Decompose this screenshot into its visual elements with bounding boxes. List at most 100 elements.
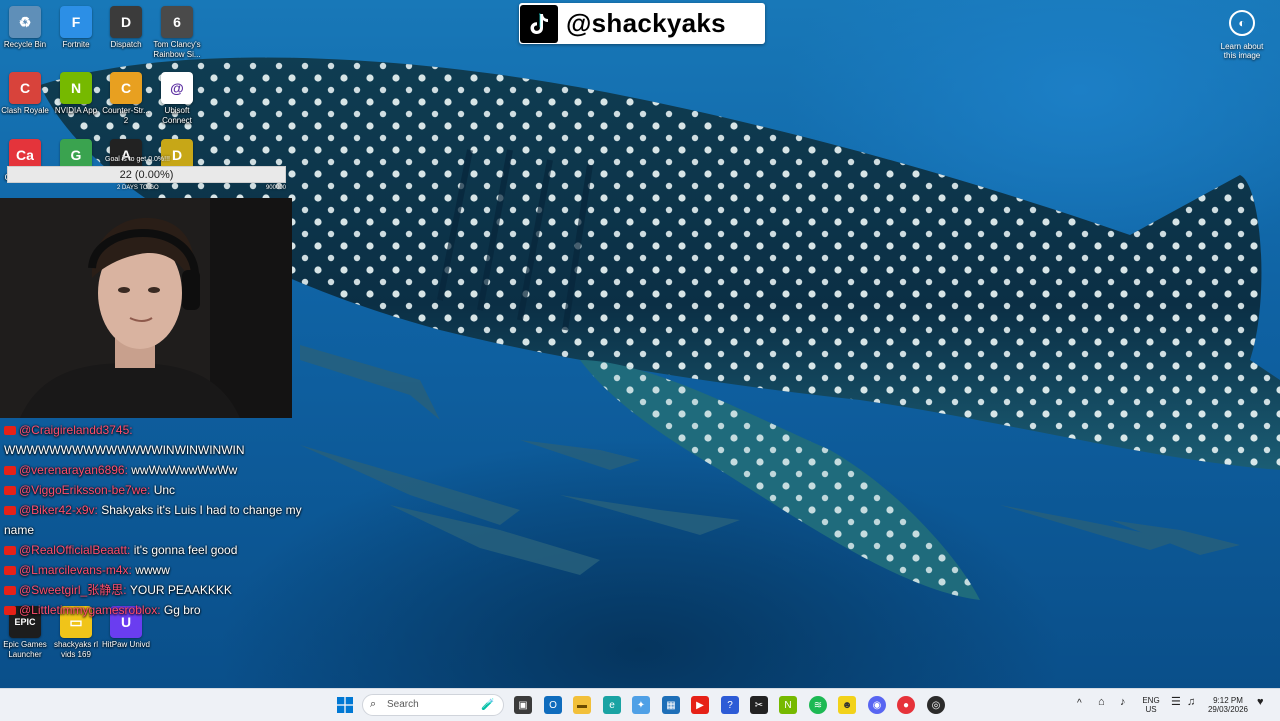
app-icon: F: [60, 6, 92, 38]
app-icon: 6: [161, 6, 193, 38]
clock[interactable]: 9:12 PM 29/03/2026: [1203, 696, 1253, 714]
tiktok-handle: @shackyaks: [566, 8, 726, 38]
chat-message: @RealOfficialBeaatt: it's gonna feel goo…: [4, 540, 334, 560]
learn-about-image[interactable]: ◐ Learn about this image: [1214, 10, 1270, 60]
network-tray-icon[interactable]: ⌂: [1098, 697, 1105, 708]
search-placeholder: Search: [387, 699, 419, 710]
stream-goal-widget: 22 (0.00%) 2 DAYS TO GO 900000: [7, 166, 286, 194]
file-explorer-icon[interactable]: ▬: [573, 696, 591, 714]
youtube-icon: [4, 486, 16, 496]
chat-text: Unc: [153, 483, 176, 497]
chat-username: @Lmarcilevans-m4x:: [19, 563, 132, 577]
app-icon: @: [161, 72, 193, 104]
desktop-icon[interactable]: N NVIDIA App: [51, 72, 101, 116]
clock-time: 9:12 PM: [1213, 696, 1243, 705]
desktop-icon-label: Clash Royale: [1, 106, 49, 115]
goal-days-left: 2 DAYS TO GO: [117, 185, 159, 191]
app-icon[interactable]: ?: [721, 696, 739, 714]
tiktok-handle-badge: @shackyaks: [519, 3, 765, 44]
record-app-icon[interactable]: ●: [897, 696, 915, 714]
desktop-icon[interactable]: D Dispatch: [101, 6, 151, 50]
desktop-icon-label: Ubisoft Connect: [162, 106, 192, 125]
chat-text: wwww: [135, 563, 170, 577]
desktop-icon-label: Recycle Bin: [3, 40, 47, 49]
youtube-icon: [4, 586, 16, 596]
lang-bottom: US: [1145, 705, 1157, 714]
discord-icon[interactable]: ◉: [868, 696, 886, 714]
game-app-icon[interactable]: ☻: [838, 696, 856, 714]
chat-message: @Craigirelandd3745:: [4, 420, 334, 440]
store-icon[interactable]: ▦: [662, 696, 680, 714]
desktop-icon[interactable]: 6 Tom Clancy's Rainbow Si...: [152, 6, 202, 60]
app-icon: C: [110, 72, 142, 104]
desktop-icon-label: Epic Games Launcher: [3, 640, 47, 659]
mic-tray-icon[interactable]: ♪: [1120, 697, 1126, 708]
volume-icon[interactable]: ♫: [1187, 697, 1195, 708]
obs-icon[interactable]: ◎: [927, 696, 945, 714]
app-icon: D: [110, 6, 142, 38]
desktop-icon-label: NVIDIA App: [54, 106, 98, 115]
app-icon: N: [60, 72, 92, 104]
desktop-icon-label: Counter-Str... 2: [102, 106, 150, 125]
youtube-icon: [4, 566, 16, 576]
desktop-icon[interactable]: @ Ubisoft Connect: [152, 72, 202, 126]
youtube-icon: [4, 426, 16, 436]
desktop-icon-label: shackyaks rl vids 169: [53, 640, 98, 659]
chat-username: @RealOfficialBeaatt:: [19, 543, 131, 557]
nvidia-icon[interactable]: N: [779, 696, 797, 714]
youtube-icon: [4, 466, 16, 476]
app-icon: ♻: [9, 6, 41, 38]
goal-target: 900000: [265, 185, 286, 191]
chat-message: @ViggoEriksson-be7we: Unc: [4, 480, 334, 500]
app-icon: C: [9, 72, 41, 104]
desktop-icon-label: Dispatch: [110, 40, 142, 49]
task-view-icon[interactable]: ▣: [514, 696, 532, 714]
camera-icon: ◐: [1229, 10, 1255, 36]
chat-username: @ViggoEriksson-be7we:: [19, 483, 151, 497]
live-chat-overlay: @Craigirelandd3745: WWWWWWWWWWWWWWINWINW…: [4, 420, 334, 620]
tiktok-icon: [520, 4, 558, 43]
chat-message: @Sweetgirl_张静思: YOUR PEAAKKKK: [4, 580, 334, 600]
outlook-icon[interactable]: O: [544, 696, 562, 714]
edge-icon[interactable]: e: [603, 696, 621, 714]
youtube-icon[interactable]: ▶: [691, 696, 709, 714]
chat-username: @Sweetgirl_张静思:: [19, 583, 127, 597]
language-indicator[interactable]: ENG US: [1141, 696, 1161, 714]
capcut-icon[interactable]: ✂: [750, 696, 768, 714]
chevron-up-icon[interactable]: ^: [1077, 699, 1082, 709]
learn-about-label: Learn about this image: [1220, 42, 1264, 60]
chat-username: @verenarayan6896:: [19, 463, 128, 477]
desktop-icon-label: Fortnite: [62, 40, 90, 49]
copilot-icon[interactable]: ✦: [632, 696, 650, 714]
goal-value: 22 (0.00%): [119, 169, 174, 181]
chat-message: @Littletimmygamesroblox: Gg bro: [4, 600, 334, 620]
chat-username: @Littletimmygamesroblox:: [19, 603, 161, 617]
chat-message: WWWWWWWWWWWWWWINWINWINWIN: [4, 440, 334, 460]
streamer-silhouette: [0, 198, 292, 418]
desktop-icon[interactable]: ♻ Recycle Bin: [0, 6, 50, 50]
start-button[interactable]: [336, 696, 354, 714]
desktop-icon[interactable]: F Fortnite: [51, 6, 101, 50]
notification-bell-icon[interactable]: ♥: [1257, 697, 1264, 708]
search-icon: ⌕: [370, 698, 377, 710]
goal-title: Goal is to get 0.0%!!!: [105, 156, 170, 163]
chat-text: WWWWWWWWWWWWWWINWINWINWIN: [4, 443, 245, 457]
chat-username: @Craigirelandd3745:: [19, 423, 133, 437]
wifi-icon[interactable]: ☰: [1171, 697, 1181, 708]
search-highlight-icon: 🧪: [481, 699, 495, 711]
windows-icon: [337, 697, 353, 713]
spotify-icon[interactable]: ≋: [809, 696, 827, 714]
chat-message: @verenarayan6896: wwWwWwwWwWw: [4, 460, 334, 480]
desktop-icon[interactable]: C Clash Royale: [0, 72, 50, 116]
desktop-icon-label: Tom Clancy's Rainbow Si...: [153, 40, 201, 59]
chat-message: @Biker42-x9v: Shakyaks it's Luis I had t…: [4, 500, 334, 540]
desktop-icon-label: HitPaw Univd: [101, 640, 150, 649]
clock-date: 29/03/2026: [1207, 705, 1249, 714]
chat-message: @Lmarcilevans-m4x: wwww: [4, 560, 334, 580]
chat-text: Gg bro: [163, 603, 201, 617]
goal-progress-bar: 22 (0.00%): [7, 166, 286, 183]
taskbar-search[interactable]: ⌕ Search 🧪: [362, 694, 504, 716]
desktop-icon[interactable]: C Counter-Str... 2: [101, 72, 151, 126]
youtube-icon: [4, 606, 16, 616]
chat-username: @Biker42-x9v:: [19, 503, 98, 517]
